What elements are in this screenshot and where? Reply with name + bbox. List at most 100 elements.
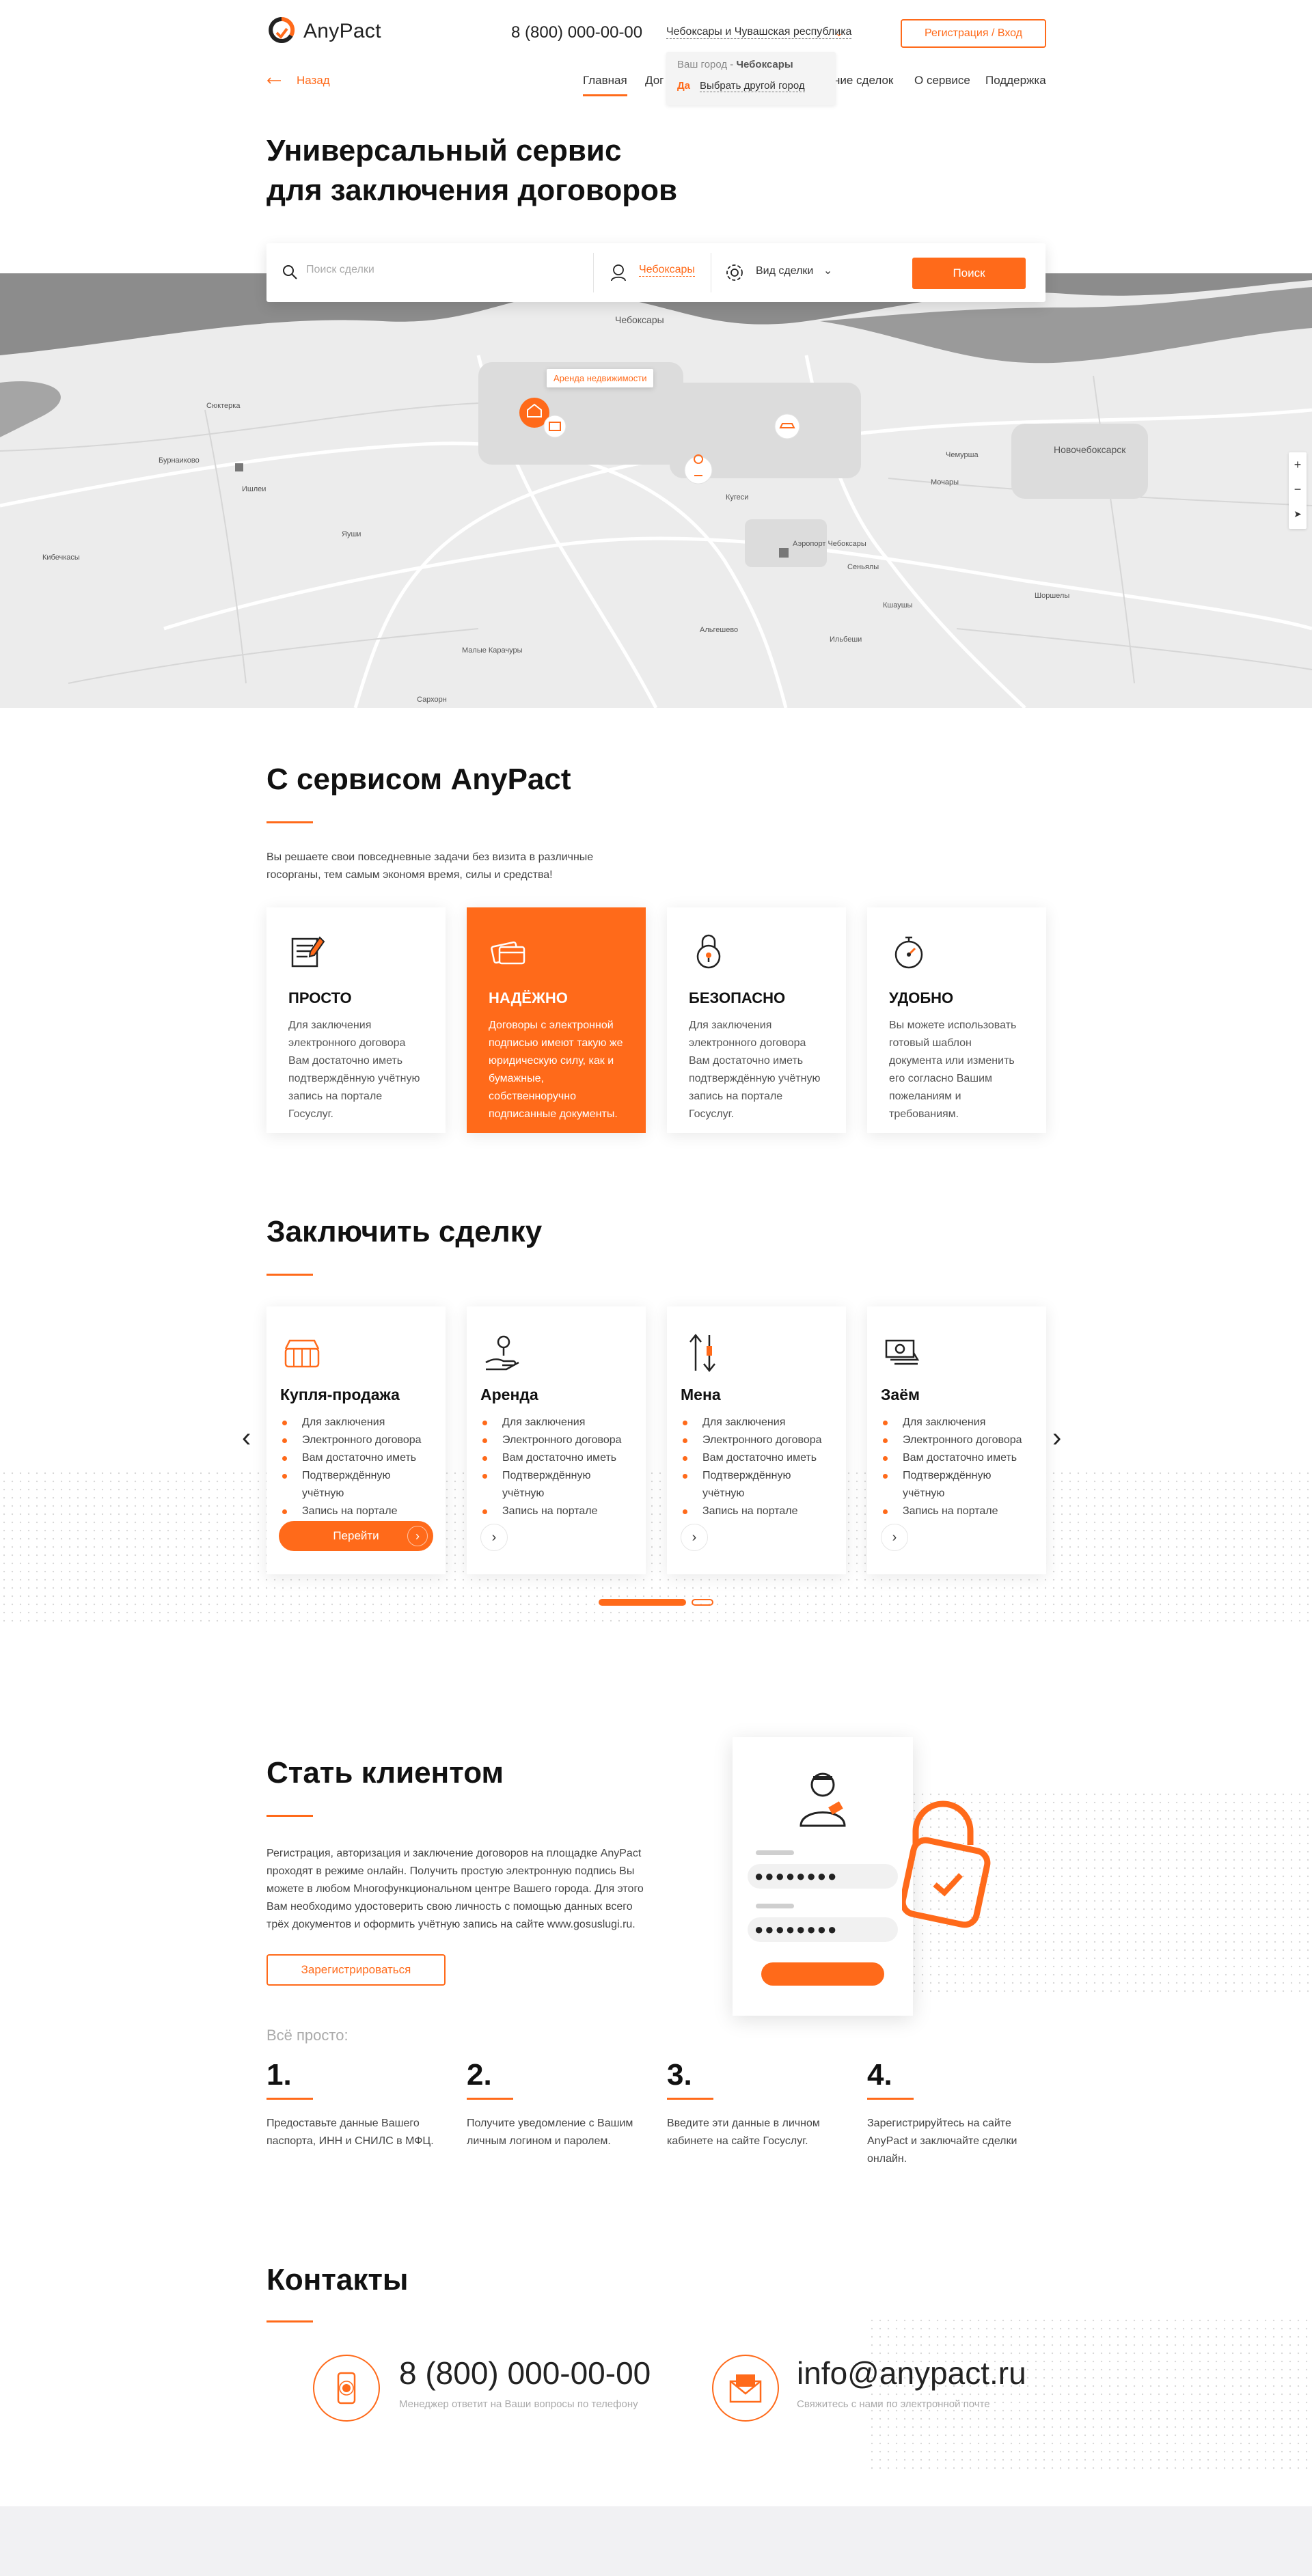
deal-type-dropdown[interactable]: Вид сделки ⌄	[756, 264, 832, 277]
card-arrow-button[interactable]: ›	[881, 1524, 908, 1551]
list-item: Подтверждённую учётную	[881, 1467, 1033, 1503]
list-item: Подтверждённую учётную	[480, 1467, 632, 1503]
step-item: 1. Предоставьте данные Вашего паспорта, …	[266, 2058, 444, 2150]
map-label: Сеньялы	[847, 563, 879, 571]
password-field: ●●●●●●●●	[748, 1864, 898, 1889]
deal-title: Мена	[681, 1386, 721, 1403]
map-label: Ишлеи	[242, 485, 266, 493]
register-button[interactable]: Зарегистрироваться	[266, 1954, 446, 1986]
deal-card-exchange[interactable]: Мена Для заключения Электронного договор…	[667, 1306, 846, 1574]
list-item: Подтверждённую учётную	[681, 1467, 832, 1503]
step-underline	[867, 2098, 914, 2100]
client-text: Регистрация, авторизация и заключение до…	[266, 1848, 644, 1930]
go-button[interactable]: Перейти ›	[279, 1521, 433, 1551]
label-placeholder	[756, 1904, 794, 1908]
features-lead: Вы решаете свои повседневные задачи без …	[266, 851, 594, 881]
step-text: Введите эти данные в личном кабинете на …	[667, 2118, 820, 2147]
pager-inactive[interactable]	[692, 1599, 713, 1606]
zoom-in-button[interactable]: +	[1289, 452, 1307, 477]
city-other-link[interactable]: Выбрать другой город	[700, 80, 805, 92]
map-label: Сюктерка	[206, 402, 241, 410]
map-label: Сархорн	[417, 696, 447, 704]
slider-next-arrow[interactable]: ›	[1052, 1423, 1061, 1453]
phone-contact-icon[interactable]	[313, 2355, 380, 2422]
search-button[interactable]: Поиск	[912, 258, 1026, 289]
header-phone[interactable]: 8 (800) 000-00-00	[511, 23, 642, 42]
map-label: Кшаушы	[883, 601, 913, 609]
map-label: Новочебоксарск	[1054, 444, 1126, 455]
contact-email-note: Свяжитесь с нами по электронной почте	[797, 2398, 990, 2410]
cart-icon	[280, 1331, 324, 1375]
nav-home[interactable]: Главная	[583, 74, 627, 96]
cards-icon	[489, 932, 528, 972]
search-divider	[593, 253, 594, 292]
label-placeholder	[756, 1850, 794, 1855]
map-zoom-control[interactable]: + − ➤	[1289, 452, 1307, 529]
map-label: Чемурша	[946, 451, 979, 459]
footer	[0, 2506, 1312, 2576]
document-pen-icon	[288, 932, 328, 972]
feature-text: Для заключения электронного договора Вам…	[288, 1019, 420, 1120]
deal-card-rent[interactable]: Аренда Для заключения Электронного догов…	[467, 1306, 646, 1574]
deals-map[interactable]: Аренда недвижимости Чебоксары Новочебокс…	[0, 273, 1312, 708]
chevron-right-icon: ›	[407, 1526, 428, 1546]
list-item: Вам достаточно иметь	[480, 1449, 632, 1467]
pager-active[interactable]	[599, 1599, 686, 1606]
list-item: Электронного договора	[280, 1431, 432, 1449]
back-label: Назад	[297, 74, 330, 87]
deal-card-loan[interactable]: Заём Для заключения Электронного договор…	[867, 1306, 1046, 1574]
deal-card-purchase[interactable]: Купля-продажа Для заключения Электронног…	[266, 1306, 446, 1574]
nav-about[interactable]: О сервисе	[914, 74, 970, 87]
nav-deals[interactable]: ние сделок	[834, 74, 893, 87]
map-label: Кибечкасы	[42, 553, 80, 562]
region-selector[interactable]: Чебоксары и Чувашская республика	[666, 26, 852, 39]
deals-title: Заключить сделку	[266, 1215, 543, 1248]
zoom-out-button[interactable]: −	[1289, 477, 1307, 502]
back-link[interactable]: Назад	[266, 74, 330, 87]
nav-support[interactable]: Поддержка	[985, 74, 1046, 87]
step-number: 1.	[266, 2058, 292, 2092]
list-item: Вам достаточно иметь	[280, 1449, 432, 1467]
search-city-selector[interactable]: Чебоксары	[639, 264, 695, 277]
logo-text: AnyPact	[303, 20, 381, 42]
map-label: Малые Карачуры	[462, 646, 523, 655]
hero-title: Универсальный сервис для заключения дого…	[266, 134, 678, 207]
search-input[interactable]: Поиск сделки	[306, 264, 374, 276]
map-label: Аэропорт Чебоксары	[793, 540, 866, 548]
logo[interactable]: AnyPact	[266, 16, 381, 46]
step-text: Зарегистрируйтесь на сайте AnyPact и зак…	[867, 2118, 1017, 2165]
deal-title: Заём	[881, 1386, 920, 1403]
city-yes-button[interactable]: Да	[677, 80, 690, 92]
login-button[interactable]: Регистрация / Вход	[901, 19, 1046, 48]
stopwatch-icon	[889, 932, 929, 972]
dots-background	[868, 2316, 1312, 2474]
card-arrow-button[interactable]: ›	[681, 1524, 708, 1551]
deal-title: Купля-продажа	[280, 1386, 400, 1403]
contacts-title: Контакты	[266, 2263, 409, 2297]
step-underline	[667, 2098, 713, 2100]
map-label: Чебоксары	[615, 314, 664, 325]
locate-icon[interactable]: ➤	[1289, 502, 1307, 526]
money-icon	[881, 1331, 925, 1375]
nav-contracts[interactable]: Дог	[645, 74, 664, 87]
email-contact-icon[interactable]	[712, 2355, 779, 2422]
city-question: Ваш город - Чебоксары	[677, 59, 793, 70]
padlock-icon	[689, 932, 728, 972]
feature-text: Вы можете использовать готовый шаблон до…	[889, 1019, 1017, 1120]
card-arrow-button[interactable]: ›	[480, 1524, 508, 1551]
list-item: Для заключения	[480, 1414, 632, 1431]
map-label: Альгешево	[700, 626, 739, 634]
deal-title: Аренда	[480, 1386, 538, 1403]
step-item: 4. Зарегистрируйтесь на сайте AnyPact и …	[867, 2058, 1045, 2168]
contact-phone[interactable]: 8 (800) 000-00-00	[399, 2355, 651, 2392]
map-label: Бурнаиково	[159, 456, 200, 465]
slider-prev-arrow[interactable]: ‹	[242, 1423, 251, 1453]
map-label: Кугеси	[726, 493, 749, 502]
title-underline	[266, 1815, 313, 1817]
contact-email[interactable]: info@anypact.ru	[797, 2355, 1026, 2392]
region-caret-icon[interactable]: ⌄	[835, 27, 843, 39]
list-item: Запись на портале	[280, 1503, 432, 1520]
map-label: Шоршелы	[1035, 592, 1070, 600]
map-label: Мочары	[931, 478, 959, 487]
map-tooltip[interactable]: Аренда недвижимости	[547, 369, 654, 387]
